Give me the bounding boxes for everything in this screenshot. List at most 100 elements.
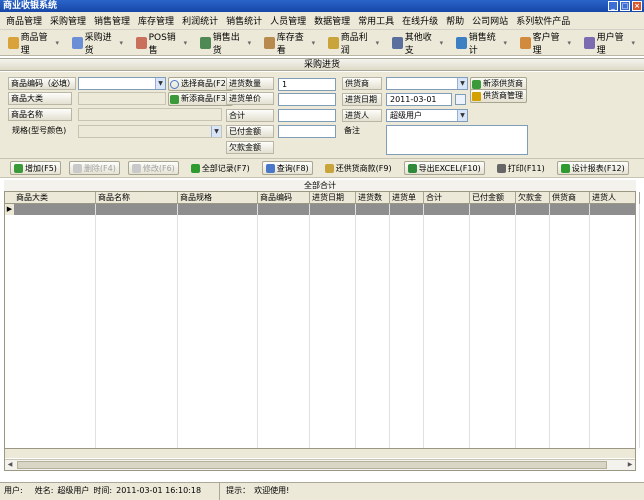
remark-field[interactable] [386, 125, 528, 155]
menu-item[interactable]: 销售管理 [94, 14, 130, 27]
edit-icon [131, 163, 141, 173]
menu-item[interactable]: 数据管理 [314, 14, 350, 27]
print-button[interactable]: 打印(F11) [493, 161, 549, 175]
toolbar-button[interactable]: 库存查看 ▾ [260, 33, 319, 56]
supplier-manage-button[interactable]: 供货商管理 [470, 89, 527, 103]
menu-item[interactable]: 在线升级 [402, 14, 438, 27]
status-time-value: 2011-03-01 16:10:18 [116, 486, 202, 495]
box-icon [8, 36, 19, 49]
column-header[interactable]: 进货人 [590, 192, 640, 204]
export-excel-icon [407, 163, 417, 173]
menu-item[interactable]: 库存管理 [138, 14, 174, 27]
column-header[interactable]: 已付金额 [470, 192, 516, 204]
column-header[interactable]: 商品名称 [96, 192, 178, 204]
toolbar-button[interactable]: 销售出货 ▾ [196, 33, 255, 56]
close-button[interactable]: × [632, 1, 642, 11]
menu-bar: 商品管理 采购管理 销售管理 库存管理 利润统计 销售统计 人员管理 数据管理 … [0, 12, 644, 30]
chevron-down-icon[interactable]: ▾ [184, 39, 188, 47]
edit-button[interactable]: 修改(F6) [127, 161, 179, 175]
table-row[interactable] [5, 204, 635, 215]
design-report-icon [560, 163, 570, 173]
ledger-icon [392, 36, 403, 49]
buyer-field[interactable]: 超级用户 ▼ [386, 109, 468, 122]
calendar-icon[interactable] [455, 94, 466, 105]
supplier-field[interactable]: ▼ [386, 77, 468, 90]
toolbar-button[interactable]: 采购进货 ▾ [68, 33, 127, 56]
print-button-label: 打印(F11) [507, 163, 545, 173]
chevron-down-icon[interactable]: ▼ [211, 126, 221, 137]
menu-item[interactable]: 公司网站 [472, 14, 508, 27]
new-product-button[interactable]: 新添商品(F3) [168, 92, 233, 106]
warehouse-icon [264, 36, 275, 49]
horizontal-scrollbar[interactable]: ◀ ▶ [5, 459, 635, 470]
menu-item[interactable]: 采购管理 [50, 14, 86, 27]
column-header[interactable]: 合计 [424, 192, 470, 204]
chevron-down-icon[interactable]: ▾ [119, 39, 123, 47]
repay-supplier-icon [324, 163, 334, 173]
qty-field[interactable]: 1 [278, 78, 336, 91]
product-name-field[interactable] [78, 108, 222, 121]
spec-field[interactable]: ▼ [78, 125, 222, 138]
chevron-down-icon[interactable]: ▾ [504, 39, 508, 47]
unit-price-field[interactable] [278, 93, 336, 106]
category-field[interactable] [78, 92, 166, 105]
date-field[interactable]: 2011-03-01 [386, 93, 452, 106]
chevron-down-icon[interactable]: ▼ [457, 78, 467, 89]
chevron-down-icon[interactable]: ▾ [248, 39, 252, 47]
chevron-down-icon[interactable]: ▼ [457, 110, 467, 121]
repay-supplier-button[interactable]: 还供货商款(F9) [321, 161, 396, 175]
toolbar-button[interactable]: 其他收支 ▾ [388, 33, 447, 56]
design-report-button[interactable]: 设计报表(F12) [556, 161, 629, 175]
all-records-button[interactable]: 全部记录(F7) [187, 161, 254, 175]
toolbar-button[interactable]: 销售统计 ▾ [452, 33, 511, 56]
export-excel-button[interactable]: 导出EXCEL(F10) [403, 161, 485, 175]
query-button[interactable]: 查询(F8) [261, 161, 313, 175]
delete-button[interactable]: 删除(F4) [68, 161, 120, 175]
customer-icon [520, 36, 531, 49]
column-header[interactable]: 进货日期 [310, 192, 356, 204]
search-icon [170, 79, 179, 89]
toolbar-button[interactable]: 用户管理 ▾ [580, 33, 639, 56]
column-header[interactable]: 供货商 [550, 192, 590, 204]
column-divider [355, 204, 356, 448]
toolbar-button[interactable]: 客户管理 ▾ [516, 33, 575, 56]
scroll-thumb[interactable] [17, 461, 607, 469]
menu-item[interactable]: 利润统计 [182, 14, 218, 27]
column-header[interactable]: 欠款金额 [516, 192, 550, 213]
remark-label: 备注 [342, 125, 382, 138]
column-header[interactable]: 商品大类 [14, 192, 96, 204]
menu-item[interactable]: 帮助 [446, 14, 464, 27]
chevron-down-icon[interactable]: ▾ [568, 39, 572, 47]
action-bar: 增加(F5) 删除(F4) 修改(F6) 全部记录(F7) 查询(F8) 还供货商款(F9… [0, 158, 644, 178]
column-header[interactable]: 进货数量 [356, 192, 390, 213]
chevron-down-icon[interactable]: ▾ [376, 39, 380, 47]
add-button[interactable]: 增加(F5) [10, 161, 61, 175]
total-field[interactable] [278, 109, 336, 122]
toolbar-button[interactable]: 商品管理 ▾ [4, 33, 63, 56]
menu-item[interactable]: 人员管理 [270, 14, 306, 27]
select-product-button[interactable]: 选择商品(F2) [168, 77, 233, 91]
product-code-field[interactable]: ▼ [78, 77, 166, 90]
paid-field[interactable] [278, 125, 336, 138]
chevron-down-icon[interactable]: ▾ [440, 39, 444, 47]
column-divider [549, 204, 550, 448]
query-button-label: 查询(F8) [276, 163, 309, 173]
chevron-down-icon[interactable]: ▼ [155, 78, 165, 89]
minimize-button[interactable]: _ [608, 1, 618, 11]
toolbar-button[interactable]: POS销售 ▾ [132, 33, 191, 56]
column-header[interactable]: 商品规格 [178, 192, 258, 204]
maximize-button[interactable]: □ [620, 1, 630, 11]
column-header[interactable]: 商品编码 [258, 192, 310, 204]
menu-item[interactable]: 商品管理 [6, 14, 42, 27]
chevron-down-icon[interactable]: ▾ [312, 39, 316, 47]
supplier-manage-label: 供货商管理 [483, 91, 523, 100]
menu-item[interactable]: 常用工具 [358, 14, 394, 27]
menu-item[interactable]: 销售统计 [226, 14, 262, 27]
toolbar-button[interactable]: 商品利润 ▾ [324, 33, 383, 56]
menu-item[interactable]: 系列软件产品 [516, 14, 570, 27]
chevron-down-icon[interactable]: ▾ [632, 39, 636, 47]
scroll-right-icon[interactable]: ▶ [625, 460, 635, 470]
scroll-left-icon[interactable]: ◀ [5, 460, 15, 470]
column-header[interactable]: 进货单价 [390, 192, 424, 213]
chevron-down-icon[interactable]: ▾ [55, 39, 59, 47]
